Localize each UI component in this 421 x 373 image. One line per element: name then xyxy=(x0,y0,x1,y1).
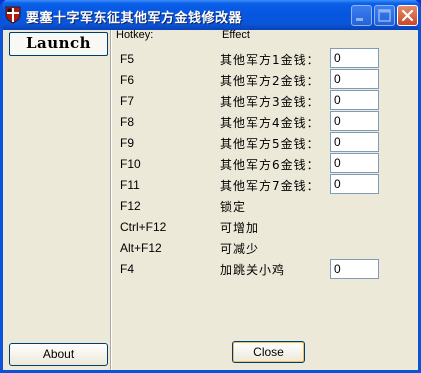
hotkey-f10: F10 xyxy=(120,157,141,171)
shield-icon xyxy=(5,6,21,24)
effect-label: 其他军方6金钱： xyxy=(220,158,320,172)
effect-label: 其他军方5金钱： xyxy=(220,137,320,151)
window-title: 要塞十字军东征其他军方金钱修改器 xyxy=(26,11,243,26)
army-4-money-input[interactable]: 0 xyxy=(330,111,379,131)
minimize-button[interactable] xyxy=(351,5,372,26)
hotkey-f11: F11 xyxy=(120,178,140,192)
title-bar[interactable]: 要塞十字军东征其他军方金钱修改器 xyxy=(3,0,418,30)
army-7-money-input[interactable]: 0 xyxy=(330,174,379,194)
add-skip-chicken-input[interactable]: 0 xyxy=(330,259,379,279)
army-1-money-input[interactable]: 0 xyxy=(330,48,379,68)
about-button[interactable]: About xyxy=(9,343,108,366)
army-5-money-input[interactable]: 0 xyxy=(330,132,379,152)
army-6-money-input[interactable]: 0 xyxy=(330,153,379,173)
close-button[interactable]: Close xyxy=(232,341,305,363)
sidebar: Launch About xyxy=(6,30,108,370)
hotkey-f7: F7 xyxy=(120,94,135,108)
army-2-money-input[interactable]: 0 xyxy=(330,69,379,89)
trainer-window: 要塞十字军东征其他军方金钱修改器 Launch About Hotkey: Ef… xyxy=(0,0,421,373)
hotkey-ctrl-f12: Ctrl+F12 xyxy=(120,220,167,234)
hotkey-alt-f12: Alt+F12 xyxy=(120,241,162,255)
hotkey-f9: F9 xyxy=(120,136,135,150)
hotkey-f4: F4 xyxy=(120,262,135,276)
effect-label: 其他军方7金钱： xyxy=(220,179,320,193)
close-icon xyxy=(401,9,414,22)
hotkey-f6: F6 xyxy=(120,73,135,87)
effect-header: Effect xyxy=(222,29,250,41)
effect-label: 加跳关小鸡 xyxy=(220,263,286,277)
close-window-button[interactable] xyxy=(397,5,418,26)
hotkey-f8: F8 xyxy=(120,115,135,129)
minimize-icon xyxy=(356,18,363,21)
launch-button[interactable]: Launch xyxy=(9,32,108,56)
effect-label: 其他军方4金钱： xyxy=(220,116,320,130)
hotkey-header: Hotkey: xyxy=(116,29,154,41)
hotkey-f5: F5 xyxy=(120,52,135,66)
maximize-button[interactable] xyxy=(374,5,395,26)
effect-label: 可减少 xyxy=(220,242,260,256)
divider xyxy=(110,30,112,370)
effect-label: 锁定 xyxy=(220,200,247,214)
effect-label: 其他军方3金钱： xyxy=(220,95,320,109)
army-3-money-input[interactable]: 0 xyxy=(330,90,379,110)
effect-label: 可增加 xyxy=(220,221,260,235)
hotkey-f12: F12 xyxy=(120,199,141,213)
effect-label: 其他军方2金钱： xyxy=(220,74,320,88)
effect-label: 其他军方1金钱： xyxy=(220,53,320,67)
maximize-icon xyxy=(378,9,391,22)
